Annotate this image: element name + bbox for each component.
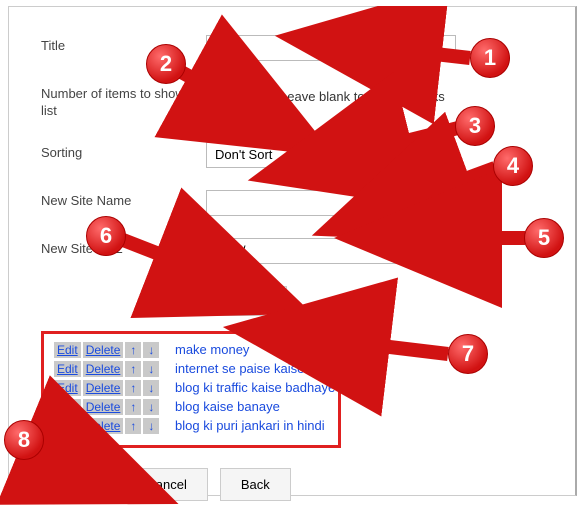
move-down-icon[interactable]: ↓ [143, 361, 159, 377]
annotation-badge-8: 8 [4, 420, 44, 460]
move-up-icon[interactable]: ↑ [125, 399, 141, 415]
newsite-label: New Site Name [41, 190, 206, 210]
delete-link[interactable]: Delete [83, 342, 124, 358]
link-text[interactable]: blog ki traffic kaise badhaye [175, 380, 335, 395]
back-button[interactable]: Back [220, 468, 291, 501]
edit-link[interactable]: Edit [54, 399, 81, 415]
move-up-icon[interactable]: ↑ [125, 380, 141, 396]
list-item: EditDelete↑↓ make money [54, 342, 328, 357]
list-item: EditDelete↑↓ internet se paise kaise kam… [54, 361, 328, 376]
cancel-button[interactable]: Cancel [125, 468, 207, 501]
link-text[interactable]: blog kaise banaye [175, 399, 280, 414]
move-up-icon[interactable]: ↑ [125, 418, 141, 434]
move-up-icon[interactable]: ↑ [125, 342, 141, 358]
annotation-badge-4: 4 [493, 146, 533, 186]
delete-link[interactable]: Delete [83, 418, 124, 434]
list-item: EditDelete↑↓ blog kaise banaye [54, 399, 328, 414]
newsite-input[interactable] [206, 190, 456, 216]
newurl-input[interactable] [206, 238, 456, 264]
link-text[interactable]: blog ki puri jankari in hindi [175, 418, 325, 433]
edit-link[interactable]: Edit [54, 361, 81, 377]
move-down-icon[interactable]: ↓ [143, 418, 159, 434]
items-hint: Leave blank to show all links [280, 89, 445, 104]
sorting-label: Sorting [41, 142, 206, 162]
list-item: EditDelete↑↓ blog ki traffic kaise badha… [54, 380, 328, 395]
links-list-box: EditDelete↑↓ make money EditDelete↑↓ int… [41, 331, 341, 448]
save-button[interactable]: Save [41, 468, 113, 501]
move-down-icon[interactable]: ↓ [143, 380, 159, 396]
link-text[interactable]: make money [175, 342, 249, 357]
move-up-icon[interactable]: ↑ [125, 361, 141, 377]
delete-link[interactable]: Delete [83, 361, 124, 377]
annotation-badge-3: 3 [455, 106, 495, 146]
annotation-badge-6: 6 [86, 216, 126, 256]
annotation-badge-7: 7 [448, 334, 488, 374]
link-text[interactable]: internet se paise kaise kamaye [175, 361, 353, 376]
move-down-icon[interactable]: ↓ [143, 399, 159, 415]
edit-link[interactable]: Edit [54, 380, 81, 396]
items-label: Number of items to show in list [41, 83, 206, 120]
add-link-button[interactable]: Add Link [206, 286, 287, 316]
annotation-badge-2: 2 [146, 44, 186, 84]
items-input[interactable] [206, 83, 266, 109]
list-item: EditDelete↑↓ blog ki puri jankari in hin… [54, 418, 328, 433]
move-down-icon[interactable]: ↓ [143, 342, 159, 358]
annotation-badge-1: 1 [470, 38, 510, 78]
delete-link[interactable]: Delete [83, 380, 124, 396]
delete-link[interactable]: Delete [83, 399, 124, 415]
edit-link[interactable]: Edit [54, 342, 81, 358]
annotation-badge-5: 5 [524, 218, 564, 258]
edit-link[interactable]: Edit [54, 418, 81, 434]
title-input[interactable] [206, 35, 456, 61]
sorting-select[interactable]: Don't Sort [206, 142, 406, 168]
